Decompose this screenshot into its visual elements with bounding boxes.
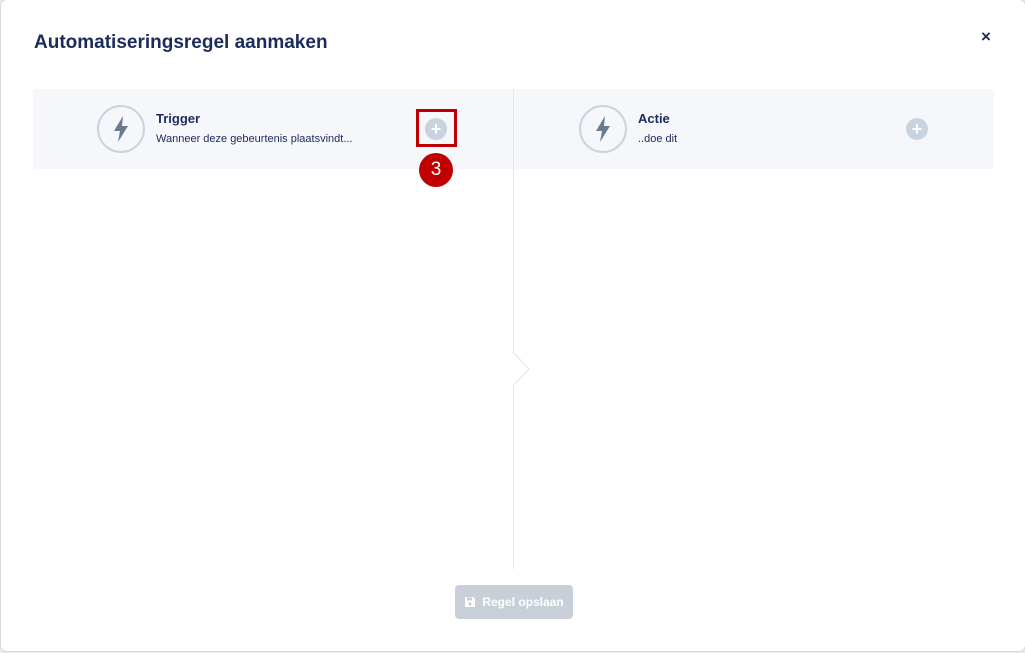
save-rule-button[interactable]: Regel opslaan	[455, 585, 573, 619]
flow-chevron	[512, 352, 530, 386]
trigger-lightning-icon	[97, 105, 145, 153]
plus-icon: +	[911, 118, 923, 139]
action-subtitle: ..doe dit	[638, 133, 678, 145]
add-action-button[interactable]: +	[906, 118, 928, 140]
save-rule-label: Regel opslaan	[482, 595, 564, 609]
trigger-subtitle: Wanneer deze gebeurtenis plaatsvindt...	[156, 133, 353, 145]
close-icon: ×	[981, 27, 991, 46]
create-rule-modal: Automatiseringsregel aanmaken × Trigger …	[1, 0, 1025, 651]
floppy-disk-icon	[465, 597, 476, 607]
column-divider	[513, 89, 514, 569]
highlight-box	[416, 109, 457, 147]
step-badge: 3	[419, 153, 453, 187]
trigger-title: Trigger	[156, 111, 201, 126]
action-title: Actie	[638, 111, 670, 126]
action-lightning-cycle-icon	[579, 105, 627, 153]
close-button[interactable]: ×	[976, 27, 996, 47]
modal-title: Automatiseringsregel aanmaken	[34, 32, 328, 53]
